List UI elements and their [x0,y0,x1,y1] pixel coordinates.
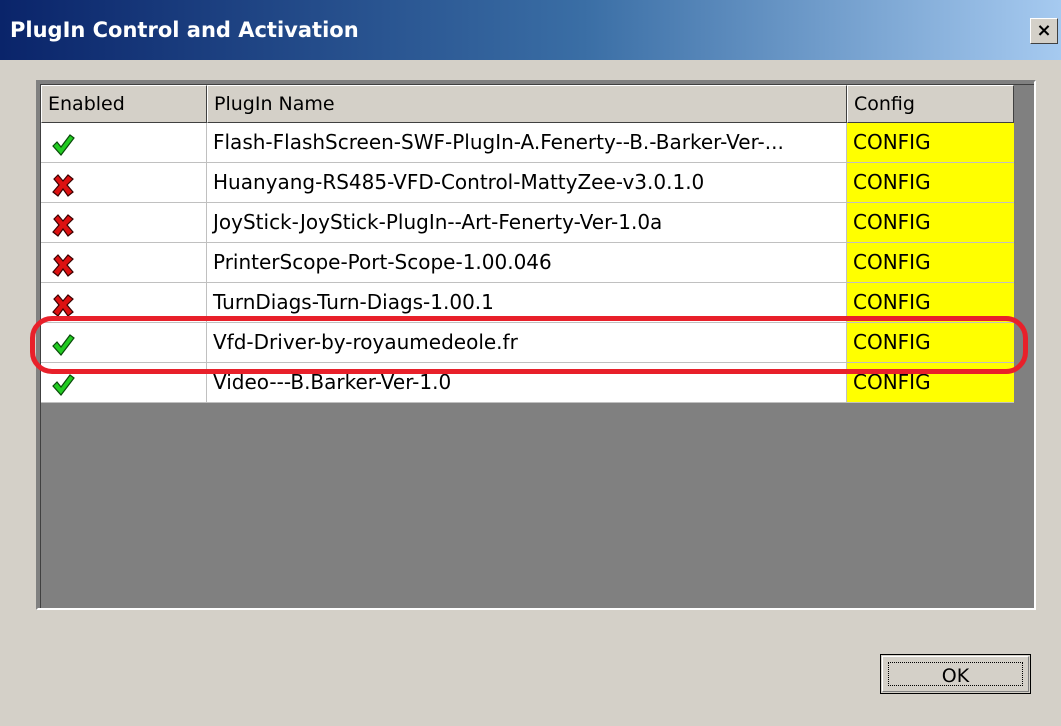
plugin-rows: Flash-FlashScreen-SWF-PlugIn-A.Fenerty--… [41,123,1014,403]
window-title: PlugIn Control and Activation [10,18,359,42]
config-button[interactable]: CONFIG [847,363,1014,402]
enabled-cell[interactable] [41,243,207,282]
config-button[interactable]: CONFIG [847,243,1014,282]
enabled-cell[interactable] [41,123,207,162]
plugin-list[interactable]: Enabled PlugIn Name Config Flash-FlashSc… [36,80,1036,610]
plugin-row[interactable]: Huanyang-RS485-VFD-Control-MattyZee-v3.0… [41,163,1014,203]
cross-icon[interactable] [51,291,75,317]
enabled-cell[interactable] [41,283,207,322]
plugin-row[interactable]: Flash-FlashScreen-SWF-PlugIn-A.Fenerty--… [41,123,1014,163]
plugin-row[interactable]: TurnDiags-Turn-Diags-1.00.1 CONFIG [41,283,1014,323]
cross-icon[interactable] [51,251,75,277]
config-button[interactable]: CONFIG [847,203,1014,242]
enabled-cell[interactable] [41,323,207,362]
plugin-name-cell: PrinterScope-Port-Scope-1.00.046 [207,243,847,282]
check-icon[interactable] [51,371,75,396]
ok-button-label: OK [888,662,1023,687]
plugin-row[interactable]: Video---B.Barker-Ver-1.0 CONFIG [41,363,1014,403]
plugin-name-cell: TurnDiags-Turn-Diags-1.00.1 [207,283,847,322]
plugin-name-cell: Video---B.Barker-Ver-1.0 [207,363,847,402]
cross-icon[interactable] [51,171,75,197]
enabled-cell[interactable] [41,363,207,402]
plugin-name-cell: Flash-FlashScreen-SWF-PlugIn-A.Fenerty--… [207,123,847,162]
column-header-enabled[interactable]: Enabled [41,85,207,123]
config-button[interactable]: CONFIG [847,323,1014,362]
column-header-config[interactable]: Config [847,85,1014,123]
plugin-row[interactable]: Vfd-Driver-by-royaumedeole.fr CONFIG [41,323,1014,363]
close-button[interactable]: × [1030,18,1058,44]
config-button[interactable]: CONFIG [847,163,1014,202]
enabled-cell[interactable] [41,203,207,242]
plugin-name-cell: JoyStick-JoyStick-PlugIn--Art-Fenerty-Ve… [207,203,847,242]
close-icon: × [1036,20,1052,41]
plugin-row[interactable]: PrinterScope-Port-Scope-1.00.046 CONFIG [41,243,1014,283]
plugin-name-cell: Huanyang-RS485-VFD-Control-MattyZee-v3.0… [207,163,847,202]
config-button[interactable]: CONFIG [847,283,1014,322]
ok-button-bevel: OK [882,656,1029,692]
plugin-list-inner: Enabled PlugIn Name Config Flash-FlashSc… [40,84,1034,608]
column-header-row: Enabled PlugIn Name Config [41,85,1014,123]
column-header-plugin-name[interactable]: PlugIn Name [207,85,847,123]
ok-button[interactable]: OK [880,654,1031,694]
plugin-name-cell: Vfd-Driver-by-royaumedeole.fr [207,323,847,362]
plugin-row[interactable]: JoyStick-JoyStick-PlugIn--Art-Fenerty-Ve… [41,203,1014,243]
config-button[interactable]: CONFIG [847,123,1014,162]
check-icon[interactable] [51,131,75,156]
cross-icon[interactable] [51,211,75,237]
check-icon[interactable] [51,331,75,356]
enabled-cell[interactable] [41,163,207,202]
title-bar: PlugIn Control and Activation × [0,0,1061,60]
